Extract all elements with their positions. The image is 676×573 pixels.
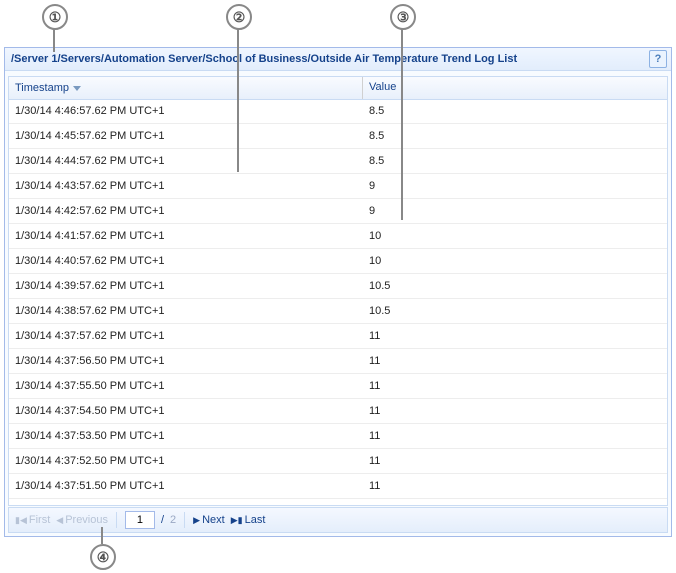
cell-value: 10.5 xyxy=(363,305,667,317)
table-row[interactable]: 1/30/14 4:37:57.62 PM UTC+111 xyxy=(9,324,667,349)
cell-value: 11 xyxy=(363,330,667,342)
cell-value: 9 xyxy=(363,205,667,217)
pager-next-button[interactable]: ▶ Next xyxy=(193,514,225,526)
cell-timestamp: 1/30/14 4:37:56.50 PM UTC+1 xyxy=(9,355,363,367)
pager-first-button[interactable]: ▮◀ First xyxy=(15,514,50,526)
cell-value: 8.5 xyxy=(363,130,667,142)
callout-4-line xyxy=(101,527,103,544)
pager-page-sep: / xyxy=(161,514,164,526)
table-row[interactable]: 1/30/14 4:37:52.50 PM UTC+111 xyxy=(9,449,667,474)
table-row[interactable]: 1/30/14 4:38:57.62 PM UTC+110.5 xyxy=(9,299,667,324)
previous-icon: ◀ xyxy=(56,515,63,526)
table-row[interactable]: 1/30/14 4:42:57.62 PM UTC+19 xyxy=(9,199,667,224)
table-row[interactable]: 1/30/14 4:46:57.62 PM UTC+18.5 xyxy=(9,99,667,124)
table-row[interactable]: 1/30/14 4:37:54.50 PM UTC+111 xyxy=(9,399,667,424)
table-row[interactable]: 1/30/14 4:43:57.62 PM UTC+19 xyxy=(9,174,667,199)
first-icon: ▮◀ xyxy=(15,515,27,526)
cell-timestamp: 1/30/14 4:41:57.62 PM UTC+1 xyxy=(9,230,363,242)
table-row[interactable]: 1/30/14 4:37:56.50 PM UTC+111 xyxy=(9,349,667,374)
panel-header: /Server 1/Servers/Automation Server/Scho… xyxy=(5,48,671,71)
table-row[interactable]: 1/30/14 4:39:57.62 PM UTC+110.5 xyxy=(9,274,667,299)
cell-timestamp: 1/30/14 4:37:52.50 PM UTC+1 xyxy=(9,455,363,467)
cell-value: 11 xyxy=(363,380,667,392)
pager-previous-button[interactable]: ◀ Previous xyxy=(56,514,108,526)
cell-timestamp: 1/30/14 4:37:51.50 PM UTC+1 xyxy=(9,480,363,492)
pager-first-label: First xyxy=(29,514,50,526)
cell-value: 9 xyxy=(363,180,667,192)
cell-timestamp: 1/30/14 4:40:57.62 PM UTC+1 xyxy=(9,255,363,267)
column-header-timestamp[interactable]: Timestamp xyxy=(9,77,363,99)
callout-4: ④ xyxy=(90,544,116,570)
table-row[interactable]: 1/30/14 4:41:57.62 PM UTC+110 xyxy=(9,224,667,249)
cell-timestamp: 1/30/14 4:43:57.62 PM UTC+1 xyxy=(9,180,363,192)
cell-value: 10 xyxy=(363,255,667,267)
pager-previous-label: Previous xyxy=(65,514,108,526)
cell-timestamp: 1/30/14 4:44:57.62 PM UTC+1 xyxy=(9,155,363,167)
pager-page-input[interactable] xyxy=(125,511,155,529)
cell-value: 11 xyxy=(363,455,667,467)
cell-value: 11 xyxy=(363,480,667,492)
cell-timestamp: 1/30/14 4:37:57.62 PM UTC+1 xyxy=(9,330,363,342)
callout-3: ③ xyxy=(390,4,416,30)
table-row[interactable]: 1/30/14 4:37:51.50 PM UTC+111 xyxy=(9,474,667,499)
pager-page-total: 2 xyxy=(170,514,176,526)
table-row[interactable]: 1/30/14 4:37:50.50 PM UTC+111 xyxy=(9,499,667,505)
pager: ▮◀ First ◀ Previous / 2 ▶ Next ▶▮ Last xyxy=(8,507,668,533)
column-header-value[interactable]: Value xyxy=(363,77,667,99)
callout-1-line xyxy=(53,28,55,52)
cell-timestamp: 1/30/14 4:39:57.62 PM UTC+1 xyxy=(9,280,363,292)
cell-timestamp: 1/30/14 4:37:55.50 PM UTC+1 xyxy=(9,380,363,392)
breadcrumb: /Server 1/Servers/Automation Server/Scho… xyxy=(11,53,517,65)
callout-3-line xyxy=(401,28,403,220)
sort-desc-icon xyxy=(73,86,81,91)
pager-separator xyxy=(116,512,117,528)
cell-timestamp: 1/30/14 4:42:57.62 PM UTC+1 xyxy=(9,205,363,217)
pager-last-button[interactable]: ▶▮ Last xyxy=(231,514,266,526)
table-row[interactable]: 1/30/14 4:37:55.50 PM UTC+111 xyxy=(9,374,667,399)
cell-value: 11 xyxy=(363,405,667,417)
column-header-timestamp-label: Timestamp xyxy=(15,82,69,94)
cell-value: 11 xyxy=(363,430,667,442)
cell-value: 11 xyxy=(363,355,667,367)
log-list-panel: /Server 1/Servers/Automation Server/Scho… xyxy=(4,47,672,537)
callout-1: ① xyxy=(42,4,68,30)
cell-timestamp: 1/30/14 4:38:57.62 PM UTC+1 xyxy=(9,305,363,317)
pager-next-label: Next xyxy=(202,514,225,526)
cell-timestamp: 1/30/14 4:45:57.62 PM UTC+1 xyxy=(9,130,363,142)
cell-timestamp: 1/30/14 4:46:57.62 PM UTC+1 xyxy=(9,105,363,117)
callout-2-line xyxy=(237,28,239,172)
table-row[interactable]: 1/30/14 4:44:57.62 PM UTC+18.5 xyxy=(9,149,667,174)
cell-value: 10 xyxy=(363,230,667,242)
callout-2: ② xyxy=(226,4,252,30)
last-icon: ▶▮ xyxy=(231,515,243,526)
cell-value: 8.5 xyxy=(363,105,667,117)
log-grid: Timestamp Value 1/30/14 4:46:57.62 PM UT… xyxy=(8,76,668,506)
help-icon[interactable]: ? xyxy=(649,50,667,68)
table-row[interactable]: 1/30/14 4:37:53.50 PM UTC+111 xyxy=(9,424,667,449)
next-icon: ▶ xyxy=(193,515,200,526)
pager-last-label: Last xyxy=(245,514,266,526)
pager-separator-2 xyxy=(184,512,185,528)
grid-header-row: Timestamp Value xyxy=(9,77,667,100)
cell-value: 8.5 xyxy=(363,155,667,167)
table-row[interactable]: 1/30/14 4:40:57.62 PM UTC+110 xyxy=(9,249,667,274)
cell-value: 10.5 xyxy=(363,280,667,292)
cell-timestamp: 1/30/14 4:37:54.50 PM UTC+1 xyxy=(9,405,363,417)
cell-timestamp: 1/30/14 4:37:53.50 PM UTC+1 xyxy=(9,430,363,442)
table-row[interactable]: 1/30/14 4:45:57.62 PM UTC+18.5 xyxy=(9,124,667,149)
grid-body[interactable]: 1/30/14 4:46:57.62 PM UTC+18.51/30/14 4:… xyxy=(9,99,667,505)
